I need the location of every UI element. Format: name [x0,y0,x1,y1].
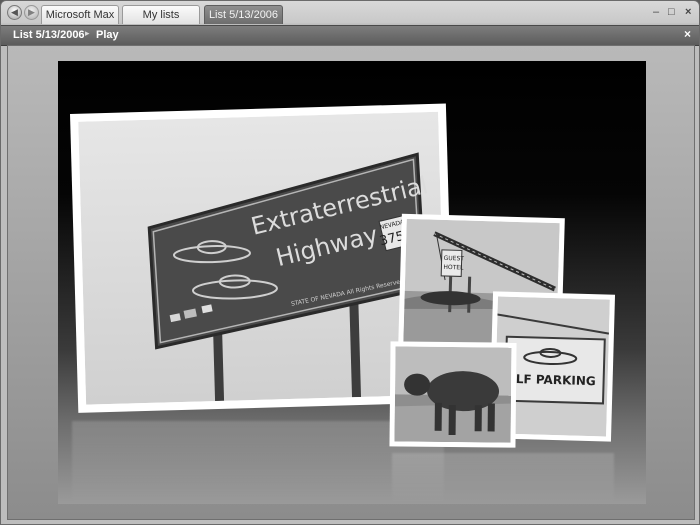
breadcrumb-play: Play [96,29,119,41]
photo-reflection [72,421,444,504]
back-button[interactable]: ◀ [7,5,22,20]
maximize-button[interactable]: □ [668,6,675,18]
breadcrumb-chevron-icon: ▸ [85,28,90,38]
minimize-button[interactable]: – [653,6,659,18]
forward-button[interactable]: ▶ [24,5,39,20]
tab-my-lists[interactable]: My lists [122,5,200,24]
slideshow-stage[interactable]: Extraterrestrial Highway NEVADA 375 STAT… [58,61,646,504]
crane-sign-line-1: GUEST [444,255,465,263]
forward-arrow-icon: ▶ [28,7,35,17]
photo-cow[interactable] [389,341,517,448]
parking-sign-text: ELF PARKING [507,372,595,388]
app-window: ◀ ▶ Microsoft Max My lists List 5/13/200… [0,0,700,525]
title-bar: ◀ ▶ Microsoft Max My lists List 5/13/200… [1,1,699,25]
photo-reflection [392,453,614,503]
breadcrumb-list[interactable]: List 5/13/2006 [13,29,85,41]
close-slideshow-button[interactable]: × [684,27,691,41]
close-window-button[interactable]: × [685,6,691,18]
crane-sign-line-2: HOTEL [443,264,464,272]
cow-image [394,346,512,443]
back-arrow-icon: ◀ [11,7,18,17]
tab-list-active[interactable]: List 5/13/2006 [204,5,283,24]
tab-microsoft-max[interactable]: Microsoft Max [41,5,119,24]
breadcrumb: List 5/13/2006 ▸ Play × [1,25,699,46]
